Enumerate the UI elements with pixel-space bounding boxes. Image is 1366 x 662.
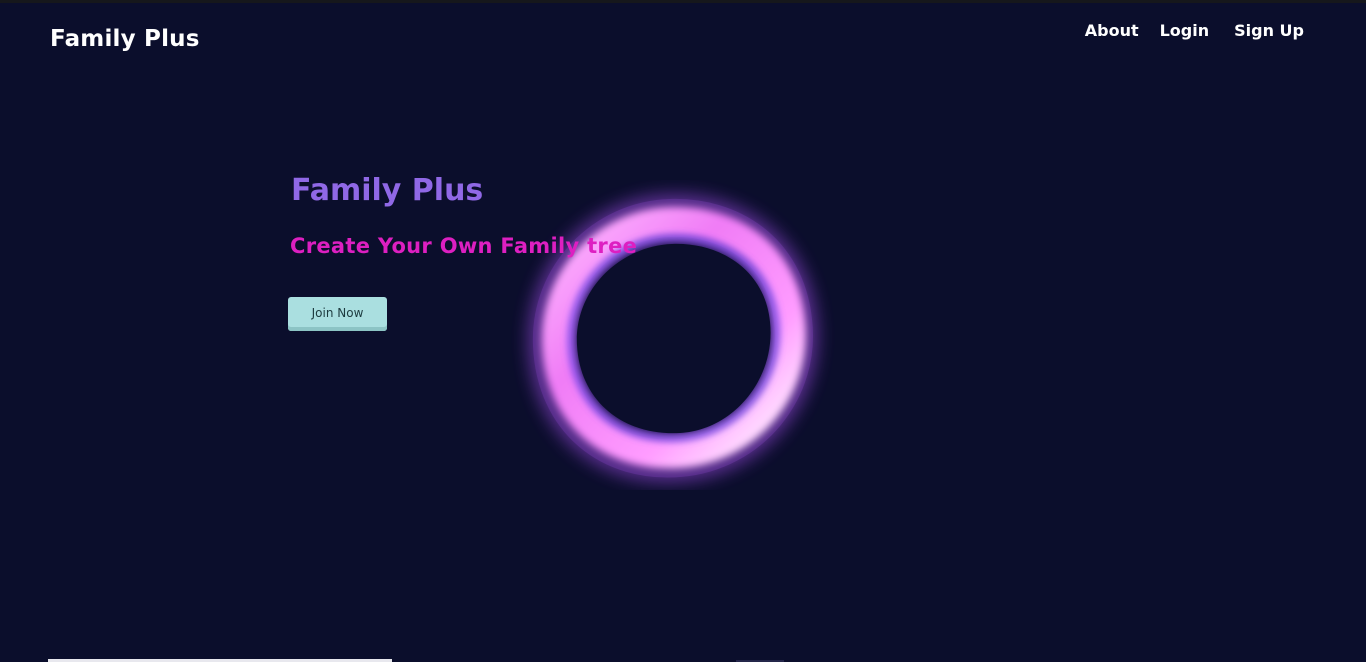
nav-link-about[interactable]: About [1085,19,1139,43]
join-now-button[interactable]: Join Now [288,297,387,331]
nav-link-sign-up[interactable]: Sign Up [1234,19,1304,43]
main-nav: About Login Sign Up [1085,19,1304,43]
brand-logo-text[interactable]: Family Plus [50,24,200,54]
ring-center [576,243,771,434]
hero-subtitle: Create Your Own Family tree [290,234,638,258]
top-border [0,0,1366,3]
hero-title: Family Plus [291,173,484,208]
ring-inner-rim [567,234,780,442]
nav-link-login[interactable]: Login [1160,19,1210,43]
glowing-ring-graphic [532,198,813,478]
